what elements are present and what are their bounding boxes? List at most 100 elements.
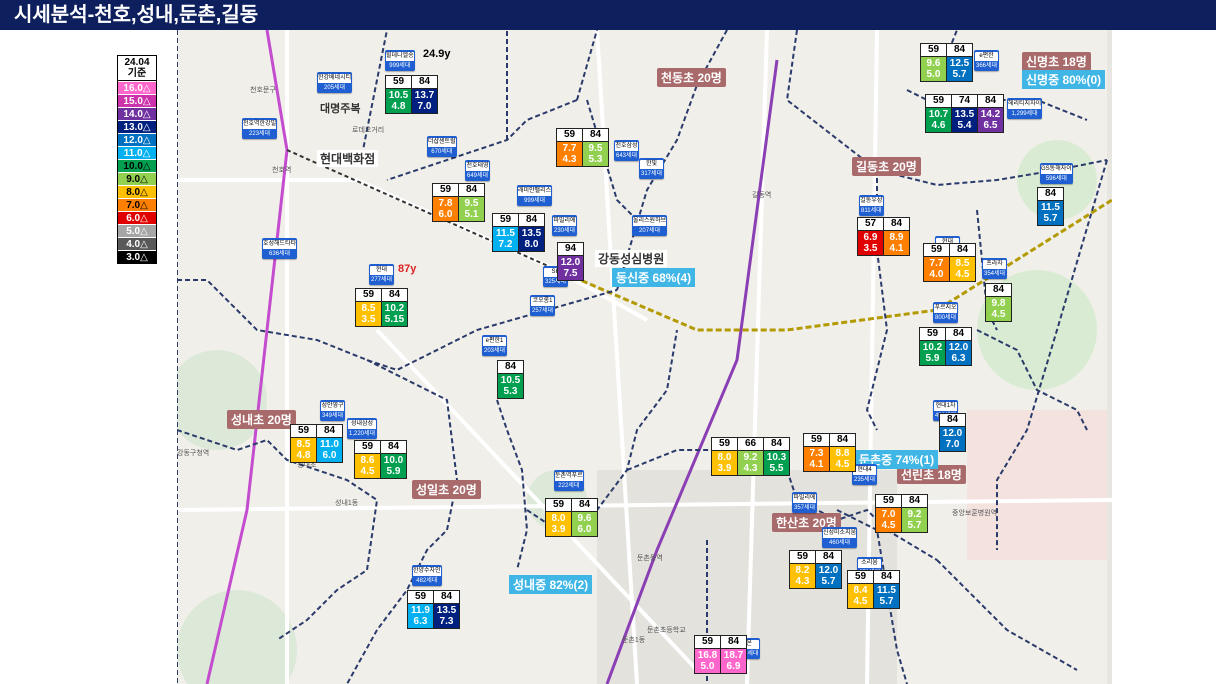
sale-price: 8.0 [551,513,566,524]
price-grid: 59 84 8.2 4.3 12.0 5.7 [789,550,842,589]
jeonse-price: 5.4 [957,120,972,131]
apartment-label: 한빛 317세대 [639,158,665,179]
jeonse-price: 4.8 [296,450,311,461]
age-label: 87y [398,263,417,275]
price-cell: 8.0 3.9 [712,451,737,475]
size-header: 59 [926,95,951,107]
price-grid: 59 84 10.2 5.9 12.0 6.3 [919,327,972,366]
apartment-name: 호성해드타타 [262,239,298,250]
price-grid: 94 12.0 7.5 [557,242,584,281]
size-header: 59 [546,499,571,511]
apartment-units: 235세대 [854,477,876,483]
price-cell: 13.5 8.0 [519,227,544,251]
legend-item: 9.0△ [118,172,156,185]
apartment-label: 성안영구 349세대 [320,400,346,421]
apartment-units: 670세대 [431,149,453,155]
price-cell: 9.6 6.0 [572,512,597,536]
legend-item: 11.0△ [118,146,156,159]
size-header: 84 [874,571,899,583]
size-header: 84 [902,495,927,507]
legend-header: 24.04 기준 [118,56,156,81]
jeonse-price: 4.6 [931,120,946,131]
sale-price: 9.6 [926,58,941,69]
price-grid: 84 10.5 5.3 [497,360,524,399]
jeonse-price: 4.5 [991,309,1006,320]
jeonse-price: 4.1 [889,243,904,254]
jeonse-price: 7.3 [439,616,454,627]
map-canvas[interactable]: 현대백화점 대명주복 강동성심병원 천호역 강동구청역 성내1동 둔촌1동 둔촌동역 길동역 중앙… [177,30,1112,684]
price-grid: 59 84 11.5 7.2 13.5 8.0 [492,213,545,252]
price-cell: 11.5 7.2 [493,227,518,251]
price-grid: 59 84 8.4 4.5 11.5 5.7 [847,570,900,609]
sale-price: 12.0 [818,565,839,576]
size-header: 59 [386,76,411,88]
apartment-units: 636세대 [269,251,291,257]
apartment-name: 한양수자인 [412,566,442,577]
jeonse-price: 4.1 [809,459,824,470]
age-label: 24.9y [423,48,451,60]
apartment-label: 신성미소지움 460세대 [822,527,858,548]
sale-price: 9.6 [577,513,592,524]
jeonse-price: 5.0 [926,69,941,80]
sale-price: 16.8 [697,650,718,661]
price-grid: 59 84 7.8 6.0 9.5 5.1 [432,183,485,222]
apartment-units: 1,299세대 [1011,111,1038,117]
apartment-units: 1,220세대 [349,431,376,437]
price-grid: 59 84 7.3 4.1 8.8 4.5 [803,433,856,472]
sale-price: 8.0 [717,452,732,463]
price-cell: 14.2 6.5 [978,108,1003,132]
place-label: 성내1동 [335,500,359,507]
apartment-name: e편한1 [482,336,508,347]
price-grid: 59 84 8.5 4.8 11.0 6.0 [290,424,343,463]
apartment-name: 현대1차 [933,401,959,412]
apartment-units: 230세대 [554,228,576,234]
jeonse-price: 7.2 [498,239,513,250]
price-cell: 8.5 3.5 [356,302,381,326]
sale-price: 9.5 [464,198,479,209]
apartment-name: 성내삼성 [347,419,378,430]
price-cell: 8.6 4.5 [355,454,380,478]
price-cell: 13.5 7.3 [434,604,459,628]
middle-school-label: 동신중 68%(4) [612,268,696,287]
apartment-name: 올리스원하브 [632,216,668,227]
jeonse-price: 6.3 [951,353,966,364]
price-cell: 7.7 4.3 [557,142,582,166]
middle-school-label: 신명중 80%(0) [1022,70,1106,89]
size-header: 66 [738,438,763,450]
place-label: 로데오거리 [352,127,385,134]
size-header: 59 [291,425,316,437]
apartment-units: 811세대 [861,208,882,214]
apartment-label: 둔촌역푸르 222세대 [554,470,584,491]
apartment-label: 푸르지오 800세대 [933,302,959,323]
size-header: 94 [558,243,583,255]
size-header: 84 [947,44,972,56]
jeonse-price: 6.0 [438,209,453,220]
price-cell: 7.0 4.5 [876,508,901,532]
apartment-units: 349세대 [322,413,344,419]
jeonse-price: 8.0 [524,239,539,250]
size-header: 59 [712,438,737,450]
apartment-label: 천호역한강밀 223세대 [242,118,278,139]
apartment-label: 호성해드타타 636세대 [262,238,298,259]
apartment-label: 천호태영 649세대 [465,160,491,181]
apartment-units: 999세대 [389,63,411,69]
size-header: 84 [816,551,841,563]
price-cell: 11.9 6.3 [408,604,433,628]
price-cell: 10.0 5.9 [381,454,406,478]
apartment-name: 한강베네시티 [317,73,353,84]
apartment-label: e편한1 203세대 [482,335,508,356]
price-grid: 59 84 8.6 4.5 10.0 5.9 [354,440,407,479]
size-header: 84 [519,214,544,226]
legend-item: 12.0△ [118,133,156,146]
legend-item: 5.0△ [118,224,156,237]
school-label: 길동초 20명 [852,157,921,176]
jeonse-price: 5.7 [821,576,836,587]
place-label: 중앙보훈병원역 [952,510,998,517]
apartment-units: 257세대 [532,308,554,314]
apartment-label: GS동해자이 596세대 [1040,163,1073,184]
jeonse-price: 5.7 [952,69,967,80]
apartment-label: 한양수자인 482세대 [412,565,442,586]
legend-item: 6.0△ [118,211,156,224]
apartment-units: 357세대 [794,505,816,511]
apartment-units: 999세대 [524,198,546,204]
